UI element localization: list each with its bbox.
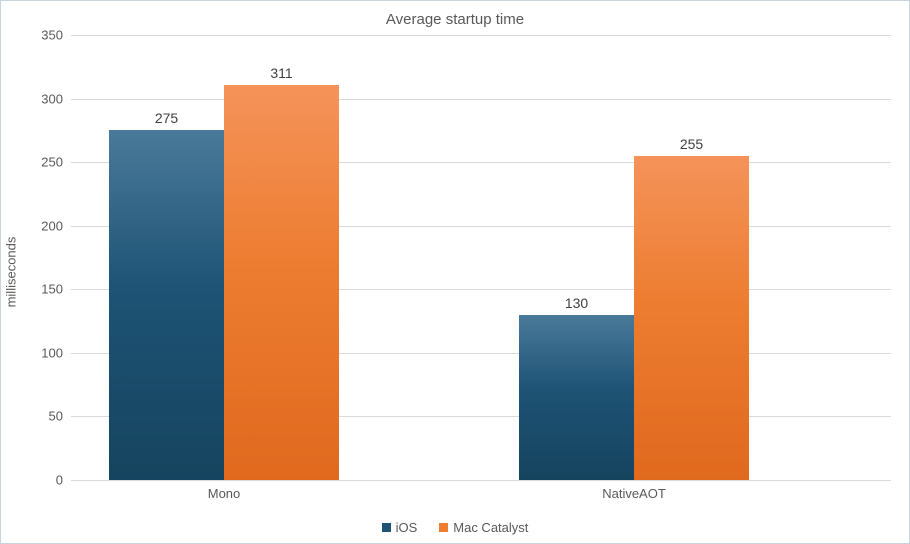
legend-label: iOS (396, 520, 418, 535)
bar-nativeaot-ios: 130 (519, 315, 634, 480)
y-tick-label: 150 (23, 282, 63, 297)
chart-title: Average startup time (1, 11, 909, 28)
bar-value-label: 255 (634, 136, 749, 152)
gridline (71, 99, 891, 100)
x-tick-label: Mono (208, 486, 241, 501)
bar-mono-mac: 311 (224, 85, 339, 480)
plot-area: 350 300 250 200 150 100 50 0 275 311 130 (71, 35, 891, 480)
y-tick-label: 350 (23, 28, 63, 43)
y-tick-label: 0 (23, 473, 63, 488)
legend-swatch-icon (382, 523, 391, 532)
chart-container: Average startup time milliseconds 350 30… (0, 0, 910, 544)
legend-item-mac: Mac Catalyst (439, 520, 528, 535)
y-tick-label: 100 (23, 345, 63, 360)
y-tick-label: 200 (23, 218, 63, 233)
bar-nativeaot-mac: 255 (634, 156, 749, 480)
legend: iOS Mac Catalyst (1, 520, 909, 535)
y-tick-label: 50 (23, 409, 63, 424)
gridline (71, 480, 891, 481)
bar-value-label: 130 (519, 295, 634, 311)
bar-value-label: 311 (224, 65, 339, 81)
y-tick-label: 300 (23, 91, 63, 106)
legend-label: Mac Catalyst (453, 520, 528, 535)
bar-mono-ios: 275 (109, 130, 224, 480)
legend-item-ios: iOS (382, 520, 418, 535)
gridline (71, 35, 891, 36)
bar-value-label: 275 (109, 110, 224, 126)
legend-swatch-icon (439, 523, 448, 532)
x-tick-label: NativeAOT (602, 486, 666, 501)
y-axis-label: milliseconds (4, 237, 19, 308)
y-tick-label: 250 (23, 155, 63, 170)
